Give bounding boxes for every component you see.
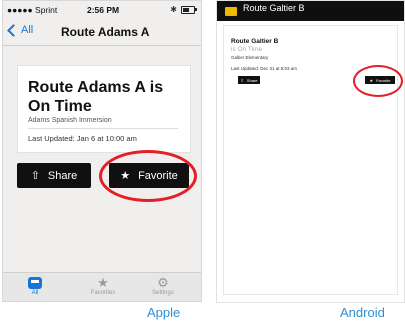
status-icons: ✱ [170,5,197,14]
bluetooth-icon: ✱ [170,5,177,14]
share-icon: ⇧ [240,77,244,83]
platform-label-apple: Apple [147,305,181,320]
tab-favorites[interactable]: ★ Favorites [83,275,123,297]
star-icon: ★ [97,275,109,290]
share-button[interactable]: ⇧ Share [17,163,91,188]
gear-icon: ⚙ [157,275,169,290]
favorite-button[interactable]: ★ Favorite [365,76,395,84]
header-title: Route Galtier B [243,3,305,13]
route-status: is On Time [231,46,263,53]
favorite-label: Favorite [376,77,391,83]
bus-icon [28,277,42,289]
battery-icon [181,5,197,14]
chevron-left-icon [7,23,20,37]
share-label: Share [246,77,258,83]
divider [28,128,178,129]
last-updated: Last Updated: Jan 6 at 10:00 am [28,134,137,143]
school-name: Adams Spanish Immersion [28,117,112,124]
last-updated: Last Updated: Dec 31 at 5:03 am [231,66,298,71]
apple-screen: ●●●●● Sprint 2:56 PM ✱ All Route Adams A… [2,0,202,302]
share-label: Share [47,169,78,182]
app-header: Route Galtier B [217,1,404,21]
star-icon: ★ [369,77,374,83]
route-status-card: Route Adams A is On Time Adams Spanish I… [17,65,191,153]
share-icon: ⇧ [30,170,40,182]
back-button[interactable]: All [7,23,34,37]
route-status-title: Route Adams A is On Time [28,79,164,115]
favorite-label: Favorite [138,169,178,182]
status-bar: ●●●●● Sprint 2:56 PM ✱ [3,1,201,19]
tab-settings-label: Settings [152,290,174,296]
android-screen: Route Galtier B Route Galtier B is On Ti… [216,0,405,303]
star-icon: ★ [120,170,131,182]
favorite-button[interactable]: ★ Favorite [109,163,189,188]
carrier-label: ●●●●● Sprint [7,5,58,15]
tab-favorites-label: Favorites [90,290,116,296]
tab-settings[interactable]: ⚙ Settings [143,275,183,297]
tab-bar: All ★ Favorites ⚙ Settings [3,272,201,301]
bus-logo-icon [225,7,237,16]
back-label: All [21,24,34,36]
route-status-card: Route Galtier B is On Time Galtier Eleme… [223,25,398,295]
tab-all-label: All [31,290,39,296]
route-name: Route Galtier B [231,38,279,45]
nav-bar: All Route Adams A [3,19,201,46]
platform-label-android: Android [340,305,385,320]
clock: 2:56 PM [87,5,120,15]
tab-all[interactable]: All [15,276,55,296]
page-title: Route Adams A [61,25,150,39]
share-button[interactable]: ⇧ Share [238,76,260,84]
school-name: Galtier Elementary [231,55,269,60]
